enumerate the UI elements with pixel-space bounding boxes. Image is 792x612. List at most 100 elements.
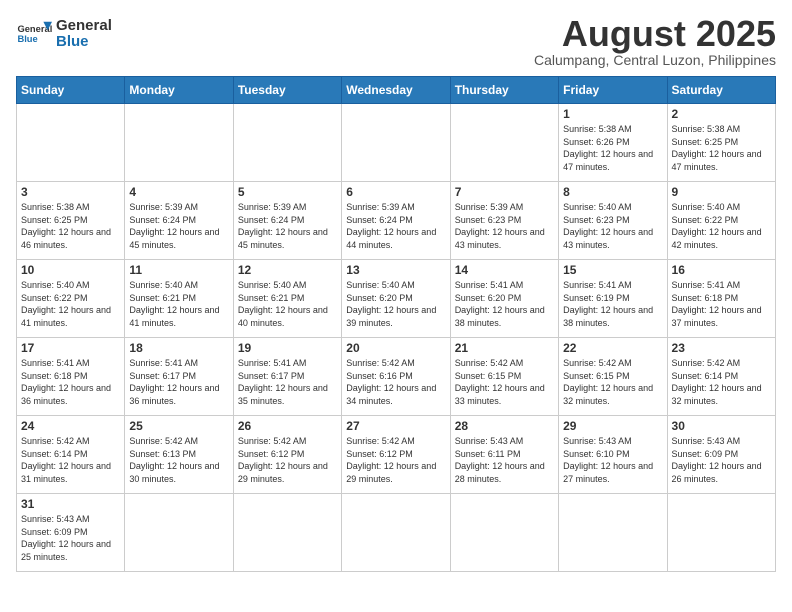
day-number: 31 bbox=[21, 497, 120, 511]
day-number: 20 bbox=[346, 341, 445, 355]
calendar-table: SundayMondayTuesdayWednesdayThursdayFrid… bbox=[16, 76, 776, 572]
day-info: Sunrise: 5:43 AM Sunset: 6:09 PM Dayligh… bbox=[672, 435, 771, 485]
day-info: Sunrise: 5:42 AM Sunset: 6:15 PM Dayligh… bbox=[563, 357, 662, 407]
day-info: Sunrise: 5:40 AM Sunset: 6:21 PM Dayligh… bbox=[238, 279, 337, 329]
logo: General Blue General Blue bbox=[16, 16, 112, 52]
calendar-cell: 14Sunrise: 5:41 AM Sunset: 6:20 PM Dayli… bbox=[450, 260, 558, 338]
calendar-week-row: 3 Sunrise: 5:38 AM Sunset: 6:25 PM Daylig… bbox=[17, 182, 776, 260]
calendar-cell: 15 Sunrise: 5:41 AM Sunset: 6:19 PM Dayli… bbox=[559, 260, 667, 338]
day-info: Sunrise: 5:43 AM Sunset: 6:11 PM Dayligh… bbox=[455, 435, 554, 485]
calendar-cell bbox=[125, 494, 233, 572]
calendar-week-row: 24 Sunrise: 5:42 AM Sunset: 6:14 PM Dayli… bbox=[17, 416, 776, 494]
day-number: 18 bbox=[129, 341, 228, 355]
calendar-cell: 2 Sunrise: 5:38 AM Sunset: 6:25 PM Daylig… bbox=[667, 104, 775, 182]
day-info: Sunrise: 5:40 AM Sunset: 6:22 PM Dayligh… bbox=[21, 279, 120, 329]
calendar-cell: 10Sunrise: 5:40 AM Sunset: 6:22 PM Dayli… bbox=[17, 260, 125, 338]
weekday-header: Friday bbox=[559, 77, 667, 104]
day-info: Sunrise: 5:41 AM Sunset: 6:19 PM Dayligh… bbox=[563, 279, 662, 329]
day-number: 13 bbox=[346, 263, 445, 277]
logo-icon: General Blue bbox=[16, 16, 52, 52]
calendar-cell bbox=[450, 104, 558, 182]
day-number: 9 bbox=[672, 185, 771, 199]
day-info: Sunrise: 5:39 AM Sunset: 6:23 PM Dayligh… bbox=[455, 201, 554, 251]
calendar-cell: 1Sunrise: 5:38 AM Sunset: 6:26 PM Daylig… bbox=[559, 104, 667, 182]
logo-text-general: General bbox=[56, 18, 112, 35]
day-number: 21 bbox=[455, 341, 554, 355]
day-number: 6 bbox=[346, 185, 445, 199]
calendar-cell bbox=[342, 494, 450, 572]
day-number: 19 bbox=[238, 341, 337, 355]
calendar-week-row: 17Sunrise: 5:41 AM Sunset: 6:18 PM Dayli… bbox=[17, 338, 776, 416]
day-info: Sunrise: 5:41 AM Sunset: 6:17 PM Dayligh… bbox=[129, 357, 228, 407]
calendar-cell: 26Sunrise: 5:42 AM Sunset: 6:12 PM Dayli… bbox=[233, 416, 341, 494]
day-info: Sunrise: 5:41 AM Sunset: 6:18 PM Dayligh… bbox=[21, 357, 120, 407]
day-number: 8 bbox=[563, 185, 662, 199]
calendar-cell bbox=[17, 104, 125, 182]
calendar-week-row: 10Sunrise: 5:40 AM Sunset: 6:22 PM Dayli… bbox=[17, 260, 776, 338]
day-number: 15 bbox=[563, 263, 662, 277]
calendar-cell bbox=[233, 104, 341, 182]
calendar-cell bbox=[667, 494, 775, 572]
calendar-cell: 20Sunrise: 5:42 AM Sunset: 6:16 PM Dayli… bbox=[342, 338, 450, 416]
calendar-cell: 13 Sunrise: 5:40 AM Sunset: 6:20 PM Dayli… bbox=[342, 260, 450, 338]
calendar-week-row: 1Sunrise: 5:38 AM Sunset: 6:26 PM Daylig… bbox=[17, 104, 776, 182]
day-number: 3 bbox=[21, 185, 120, 199]
calendar-cell bbox=[559, 494, 667, 572]
day-number: 25 bbox=[129, 419, 228, 433]
day-info: Sunrise: 5:38 AM Sunset: 6:25 PM Dayligh… bbox=[21, 201, 120, 251]
calendar-cell: 18 Sunrise: 5:41 AM Sunset: 6:17 PM Dayli… bbox=[125, 338, 233, 416]
day-number: 2 bbox=[672, 107, 771, 121]
calendar-cell: 23Sunrise: 5:42 AM Sunset: 6:14 PM Dayli… bbox=[667, 338, 775, 416]
day-info: Sunrise: 5:38 AM Sunset: 6:25 PM Dayligh… bbox=[672, 123, 771, 173]
calendar-cell: 16Sunrise: 5:41 AM Sunset: 6:18 PM Dayli… bbox=[667, 260, 775, 338]
day-info: Sunrise: 5:39 AM Sunset: 6:24 PM Dayligh… bbox=[238, 201, 337, 251]
calendar-cell: 19 Sunrise: 5:41 AM Sunset: 6:17 PM Dayli… bbox=[233, 338, 341, 416]
day-info: Sunrise: 5:40 AM Sunset: 6:21 PM Dayligh… bbox=[129, 279, 228, 329]
calendar-cell: 8 Sunrise: 5:40 AM Sunset: 6:23 PM Daylig… bbox=[559, 182, 667, 260]
calendar-cell: 17Sunrise: 5:41 AM Sunset: 6:18 PM Dayli… bbox=[17, 338, 125, 416]
day-number: 24 bbox=[21, 419, 120, 433]
calendar-cell: 9 Sunrise: 5:40 AM Sunset: 6:22 PM Daylig… bbox=[667, 182, 775, 260]
day-info: Sunrise: 5:40 AM Sunset: 6:22 PM Dayligh… bbox=[672, 201, 771, 251]
calendar-cell: 6 Sunrise: 5:39 AM Sunset: 6:24 PM Daylig… bbox=[342, 182, 450, 260]
day-number: 5 bbox=[238, 185, 337, 199]
day-number: 12 bbox=[238, 263, 337, 277]
weekday-header: Tuesday bbox=[233, 77, 341, 104]
calendar-cell: 24 Sunrise: 5:42 AM Sunset: 6:14 PM Dayli… bbox=[17, 416, 125, 494]
day-number: 28 bbox=[455, 419, 554, 433]
day-info: Sunrise: 5:39 AM Sunset: 6:24 PM Dayligh… bbox=[129, 201, 228, 251]
calendar-cell bbox=[450, 494, 558, 572]
day-number: 16 bbox=[672, 263, 771, 277]
day-info: Sunrise: 5:41 AM Sunset: 6:17 PM Dayligh… bbox=[238, 357, 337, 407]
calendar-cell: 28 Sunrise: 5:43 AM Sunset: 6:11 PM Dayli… bbox=[450, 416, 558, 494]
day-info: Sunrise: 5:40 AM Sunset: 6:20 PM Dayligh… bbox=[346, 279, 445, 329]
calendar-cell: 30Sunrise: 5:43 AM Sunset: 6:09 PM Dayli… bbox=[667, 416, 775, 494]
calendar-cell bbox=[233, 494, 341, 572]
svg-text:Blue: Blue bbox=[17, 34, 37, 44]
day-info: Sunrise: 5:39 AM Sunset: 6:24 PM Dayligh… bbox=[346, 201, 445, 251]
calendar-cell: 22Sunrise: 5:42 AM Sunset: 6:15 PM Dayli… bbox=[559, 338, 667, 416]
calendar-cell: 3 Sunrise: 5:38 AM Sunset: 6:25 PM Daylig… bbox=[17, 182, 125, 260]
day-info: Sunrise: 5:43 AM Sunset: 6:09 PM Dayligh… bbox=[21, 513, 120, 563]
calendar-cell: 27Sunrise: 5:42 AM Sunset: 6:12 PM Dayli… bbox=[342, 416, 450, 494]
calendar-cell: 5 Sunrise: 5:39 AM Sunset: 6:24 PM Daylig… bbox=[233, 182, 341, 260]
day-number: 23 bbox=[672, 341, 771, 355]
calendar-header-row: SundayMondayTuesdayWednesdayThursdayFrid… bbox=[17, 77, 776, 104]
day-info: Sunrise: 5:42 AM Sunset: 6:14 PM Dayligh… bbox=[21, 435, 120, 485]
day-info: Sunrise: 5:43 AM Sunset: 6:10 PM Dayligh… bbox=[563, 435, 662, 485]
day-number: 26 bbox=[238, 419, 337, 433]
day-info: Sunrise: 5:40 AM Sunset: 6:23 PM Dayligh… bbox=[563, 201, 662, 251]
calendar-cell: 29Sunrise: 5:43 AM Sunset: 6:10 PM Dayli… bbox=[559, 416, 667, 494]
calendar-cell: 21 Sunrise: 5:42 AM Sunset: 6:15 PM Dayli… bbox=[450, 338, 558, 416]
calendar-cell bbox=[342, 104, 450, 182]
calendar-week-row: 31 Sunrise: 5:43 AM Sunset: 6:09 PM Dayli… bbox=[17, 494, 776, 572]
day-info: Sunrise: 5:42 AM Sunset: 6:13 PM Dayligh… bbox=[129, 435, 228, 485]
day-info: Sunrise: 5:42 AM Sunset: 6:15 PM Dayligh… bbox=[455, 357, 554, 407]
calendar-cell: 7Sunrise: 5:39 AM Sunset: 6:23 PM Daylig… bbox=[450, 182, 558, 260]
day-number: 27 bbox=[346, 419, 445, 433]
day-number: 14 bbox=[455, 263, 554, 277]
calendar-cell: 4Sunrise: 5:39 AM Sunset: 6:24 PM Daylig… bbox=[125, 182, 233, 260]
weekday-header: Monday bbox=[125, 77, 233, 104]
calendar-subtitle: Calumpang, Central Luzon, Philippines bbox=[534, 52, 776, 68]
calendar-title: August 2025 bbox=[534, 16, 776, 52]
